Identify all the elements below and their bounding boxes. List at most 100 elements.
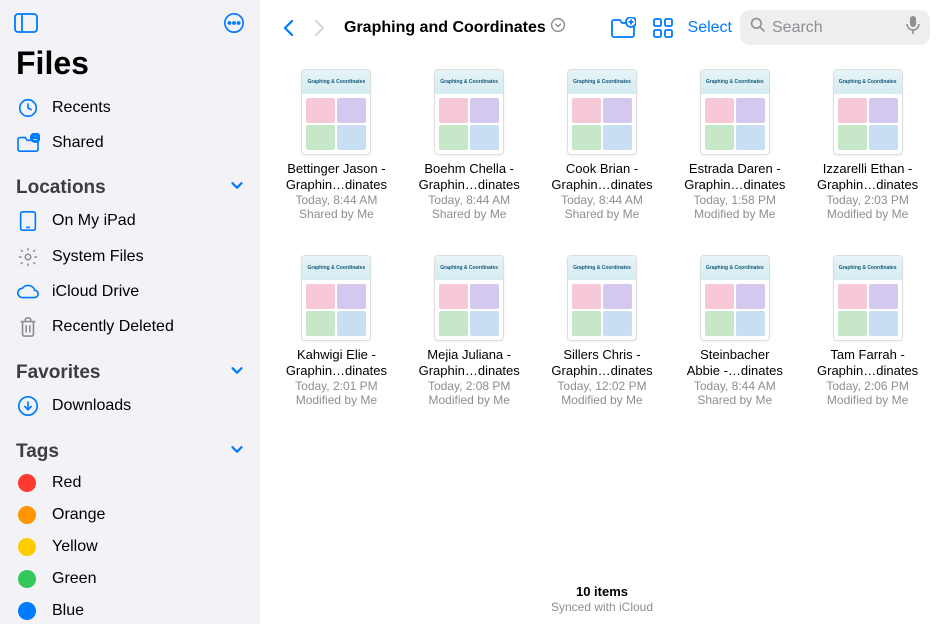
- file-name: Bettinger Jason -Graphin…dinates: [286, 161, 387, 192]
- file-time: Today, 2:03 PM: [826, 193, 909, 207]
- tag-color-icon: [18, 570, 36, 588]
- back-button[interactable]: [274, 18, 304, 38]
- search-field[interactable]: Search: [740, 10, 930, 45]
- cloud-icon: [16, 282, 40, 302]
- more-menu-icon[interactable]: [222, 12, 246, 39]
- loc-system-files[interactable]: System Files: [0, 239, 260, 275]
- nav-label: Shared: [52, 134, 104, 152]
- file-thumbnail: Graphing & Coordinates: [301, 69, 371, 155]
- app-title: Files: [0, 41, 260, 90]
- file-time: Today, 8:44 AM: [694, 379, 776, 393]
- folder-title[interactable]: Graphing and Coordinates: [344, 19, 546, 37]
- thumb-title: Graphing & Coordinates: [701, 70, 769, 94]
- tag-green[interactable]: Green: [0, 563, 260, 595]
- thumb-title: Graphing & Coordinates: [435, 256, 503, 280]
- new-folder-button[interactable]: [602, 17, 644, 39]
- file-item[interactable]: Graphing & Coordinates Boehm Chella -Grap…: [413, 69, 526, 221]
- toolbar: Graphing and Coordinates Select Search: [260, 0, 944, 51]
- file-thumbnail: Graphing & Coordinates: [567, 69, 637, 155]
- file-status: Modified by Me: [827, 393, 908, 407]
- sidebar: Files Recents Shared Locations On My iPad…: [0, 0, 260, 624]
- thumb-title: Graphing & Coordinates: [568, 70, 636, 94]
- file-thumbnail: Graphing & Coordinates: [434, 255, 504, 341]
- tag-yellow[interactable]: Yellow: [0, 531, 260, 563]
- tag-label: Yellow: [52, 538, 98, 556]
- tag-color-icon: [18, 506, 36, 524]
- file-thumbnail: Graphing & Coordinates: [833, 69, 903, 155]
- forward-button[interactable]: [304, 18, 334, 38]
- toggle-sidebar-icon[interactable]: [14, 12, 38, 39]
- nav-label: iCloud Drive: [52, 283, 139, 301]
- file-item[interactable]: Graphing & CoordinatesTam Farrah -Graphi…: [811, 255, 924, 407]
- file-status: Shared by Me: [299, 207, 374, 221]
- select-button[interactable]: Select: [688, 19, 732, 37]
- fav-downloads[interactable]: Downloads: [0, 388, 260, 424]
- clock-icon: [16, 97, 40, 119]
- nav-label: Recents: [52, 99, 111, 117]
- file-item[interactable]: Graphing & Coordinates Izzarelli Ethan -G…: [811, 69, 924, 221]
- ipad-icon: [16, 210, 40, 232]
- file-item[interactable]: Graphing & Coordinates Cook Brian -Graphi…: [546, 69, 659, 221]
- nav-label: Recently Deleted: [52, 318, 174, 336]
- chevron-down-icon: [228, 176, 246, 199]
- file-item[interactable]: Graphing & CoordinatesSteinbacherAbbie -…: [678, 255, 791, 407]
- sync-status: Synced with iCloud: [260, 600, 944, 614]
- file-item[interactable]: Graphing & Coordinates Estrada Daren -Gra…: [678, 69, 791, 221]
- file-item[interactable]: Graphing & Coordinates Sillers Chris -Gra…: [546, 255, 659, 407]
- shared-icon: [16, 133, 40, 153]
- file-time: Today, 8:44 AM: [428, 193, 510, 207]
- locations-header[interactable]: Locations: [0, 160, 260, 203]
- file-thumbnail: Graphing & Coordinates: [700, 69, 770, 155]
- file-item[interactable]: Graphing & Coordinates Kahwigi Elie -Grap…: [280, 255, 393, 407]
- file-item[interactable]: Graphing & Coordinates Bettinger Jason -G…: [280, 69, 393, 221]
- tag-red[interactable]: Red: [0, 467, 260, 499]
- file-status: Modified by Me: [827, 207, 908, 221]
- nav-label: On My iPad: [52, 212, 136, 230]
- tag-orange[interactable]: Orange: [0, 499, 260, 531]
- file-name: Sillers Chris -Graphin…dinates: [551, 347, 652, 378]
- view-mode-button[interactable]: [644, 17, 682, 39]
- folder-dropdown-icon[interactable]: [550, 17, 566, 38]
- chevron-down-icon: [228, 361, 246, 384]
- file-name: Kahwigi Elie -Graphin…dinates: [286, 347, 387, 378]
- nav-label: System Files: [52, 248, 144, 266]
- file-thumbnail: Graphing & Coordinates: [434, 69, 504, 155]
- search-placeholder: Search: [772, 19, 906, 37]
- file-item[interactable]: Graphing & CoordinatesMejia Juliana -Gra…: [413, 255, 526, 407]
- tag-color-icon: [18, 602, 36, 620]
- mic-icon[interactable]: [906, 16, 920, 39]
- thumb-title: Graphing & Coordinates: [834, 256, 902, 280]
- file-thumbnail: Graphing & Coordinates: [700, 255, 770, 341]
- tag-label: Green: [52, 570, 96, 588]
- chevron-down-icon: [228, 440, 246, 463]
- thumb-title: Graphing & Coordinates: [302, 70, 370, 94]
- search-icon: [750, 17, 766, 38]
- loc-on-my-ipad[interactable]: On My iPad: [0, 203, 260, 239]
- file-time: Today, 12:02 PM: [557, 379, 646, 393]
- thumb-title: Graphing & Coordinates: [302, 256, 370, 280]
- tags-header[interactable]: Tags: [0, 424, 260, 467]
- tag-blue[interactable]: Blue: [0, 595, 260, 624]
- trash-icon: [16, 316, 40, 338]
- file-time: Today, 8:44 AM: [561, 193, 643, 207]
- file-name: Boehm Chella -Graphin…dinates: [419, 161, 520, 192]
- file-grid: Graphing & Coordinates Bettinger Jason -G…: [280, 69, 924, 407]
- file-time: Today, 2:01 PM: [295, 379, 378, 393]
- file-thumbnail: Graphing & Coordinates: [301, 255, 371, 341]
- file-name: Izzarelli Ethan -Graphin…dinates: [817, 161, 918, 192]
- file-status: Shared by Me: [697, 393, 772, 407]
- favorites-header[interactable]: Favorites: [0, 345, 260, 388]
- tag-color-icon: [18, 474, 36, 492]
- tag-label: Blue: [52, 602, 84, 620]
- thumb-title: Graphing & Coordinates: [568, 256, 636, 280]
- file-name: Cook Brian -Graphin…dinates: [551, 161, 652, 192]
- loc-icloud[interactable]: iCloud Drive: [0, 275, 260, 309]
- loc-recently-deleted[interactable]: Recently Deleted: [0, 309, 260, 345]
- tag-color-icon: [18, 538, 36, 556]
- nav-shared[interactable]: Shared: [0, 126, 260, 160]
- file-name: Estrada Daren -Graphin…dinates: [684, 161, 785, 192]
- nav-recents[interactable]: Recents: [0, 90, 260, 126]
- download-icon: [16, 395, 40, 417]
- file-status: Modified by Me: [561, 393, 642, 407]
- tag-label: Orange: [52, 506, 105, 524]
